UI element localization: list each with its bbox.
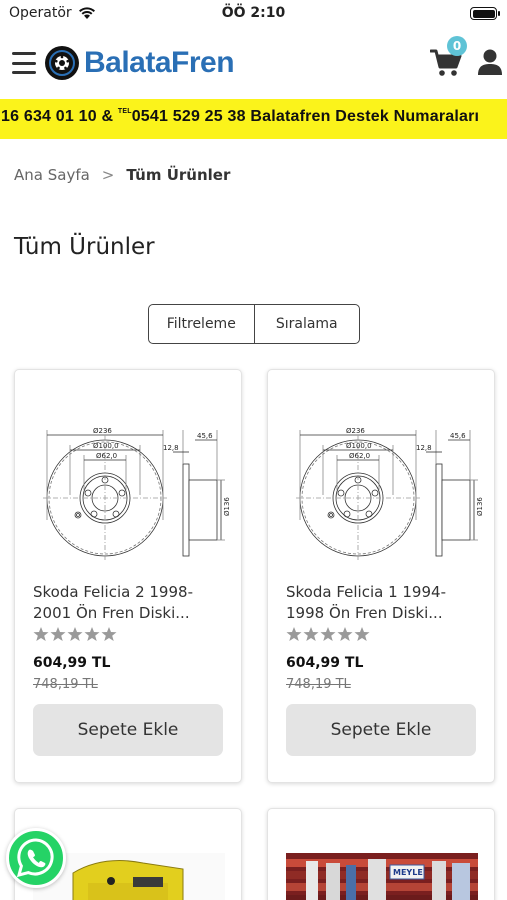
star-icon [84,627,100,641]
logo-text: BalataFren [84,46,235,79]
brand-box-label: MEYLE [393,868,423,877]
breadcrumb-separator: > [101,166,115,184]
dimension-label: 45,6 [197,432,213,440]
dimension-label: 12,8 [416,444,432,452]
ticker-text: 16 634 01 10 & TEL0541 529 25 38 Balataf… [1,108,479,126]
star-icon [67,627,83,641]
add-to-cart-button[interactable]: Sepete Ekle [33,704,223,756]
product-old-price: 748,19 TL [286,677,351,692]
star-icon [50,627,66,641]
clock: ÖÖ 2:10 [221,5,286,21]
star-icon [286,627,302,641]
star-icon [320,627,336,641]
brake-disc-logo-icon [45,46,79,80]
support-ticker: 16 634 01 10 & TEL0541 529 25 38 Balataf… [0,99,507,139]
add-to-cart-button[interactable]: Sepete Ekle [286,704,476,756]
product-old-price: 748,19 TL [33,677,98,692]
sort-button[interactable]: Sıralama [254,305,359,343]
dimension-label: Ø100,0 [93,442,119,450]
product-rating [286,626,370,642]
star-icon [354,627,370,641]
site-header: BalataFren 0 [0,30,507,100]
filter-sort-toolbar: Filtreleme Sıralama [148,304,360,344]
parts-store-image[interactable]: MEYLE [286,853,478,900]
user-icon[interactable] [478,48,502,76]
whatsapp-button[interactable] [6,828,66,888]
ticker-phone-2: 0541 529 25 38 Balatafren Destek Numaral… [131,108,480,125]
star-icon [101,627,117,641]
star-icon [337,627,353,641]
product-price: 604,99 TL [33,655,111,671]
site-logo[interactable]: BalataFren [44,45,235,81]
cart-count-badge: 0 [447,36,467,56]
status-bar: Operatör ÖÖ 2:10 [0,0,507,28]
dimension-label: Ø62,0 [349,452,370,460]
battery-icon [470,7,500,20]
dimension-label: Ø62,0 [96,452,117,460]
dimension-label: Ø236 [93,427,112,435]
star-icon [33,627,49,641]
breadcrumb: Ana Sayfa > Tüm Ürünler [14,166,230,184]
dimension-label: Ø100,0 [346,442,372,450]
brake-disc-image[interactable]: Ø236 Ø100,0 Ø62,0 45,6 12,8 Ø136 [286,400,484,560]
ticker-phone-1: 16 634 01 10 & [1,108,118,125]
product-card[interactable]: MEYLE [267,808,495,900]
product-rating [33,626,117,642]
dimension-label: 45,6 [450,432,466,440]
brake-disc-image[interactable]: Ø236 Ø100,0 Ø62,0 45,6 12,8 Ø136 [33,400,231,560]
product-price: 604,99 TL [286,655,364,671]
breadcrumb-current: Tüm Ürünler [126,166,231,184]
product-name[interactable]: Skoda Felicia 1 1994-1998 Ön Fren Diski.… [286,582,481,624]
product-card[interactable]: Ø236 Ø100,0 Ø62,0 45,6 12,8 Ø136 Skoda F… [14,369,242,783]
dimension-label: Ø136 [223,497,229,516]
product-name[interactable]: Skoda Felicia 2 1998-2001 Ön Fren Diski.… [33,582,228,624]
filter-button[interactable]: Filtreleme [149,305,255,343]
breadcrumb-home-link[interactable]: Ana Sayfa [14,166,90,184]
dimension-label: Ø136 [476,497,482,516]
tel-label: TEL [117,108,132,115]
dimension-label: 12,8 [163,444,179,452]
dimension-label: Ø236 [346,427,365,435]
whatsapp-icon [16,838,54,878]
hamburger-icon[interactable] [12,52,36,74]
page-title: Tüm Ürünler [14,234,155,260]
star-icon [303,627,319,641]
product-card[interactable]: Ø236 Ø100,0 Ø62,0 45,6 12,8 Ø136 Skoda F… [267,369,495,783]
